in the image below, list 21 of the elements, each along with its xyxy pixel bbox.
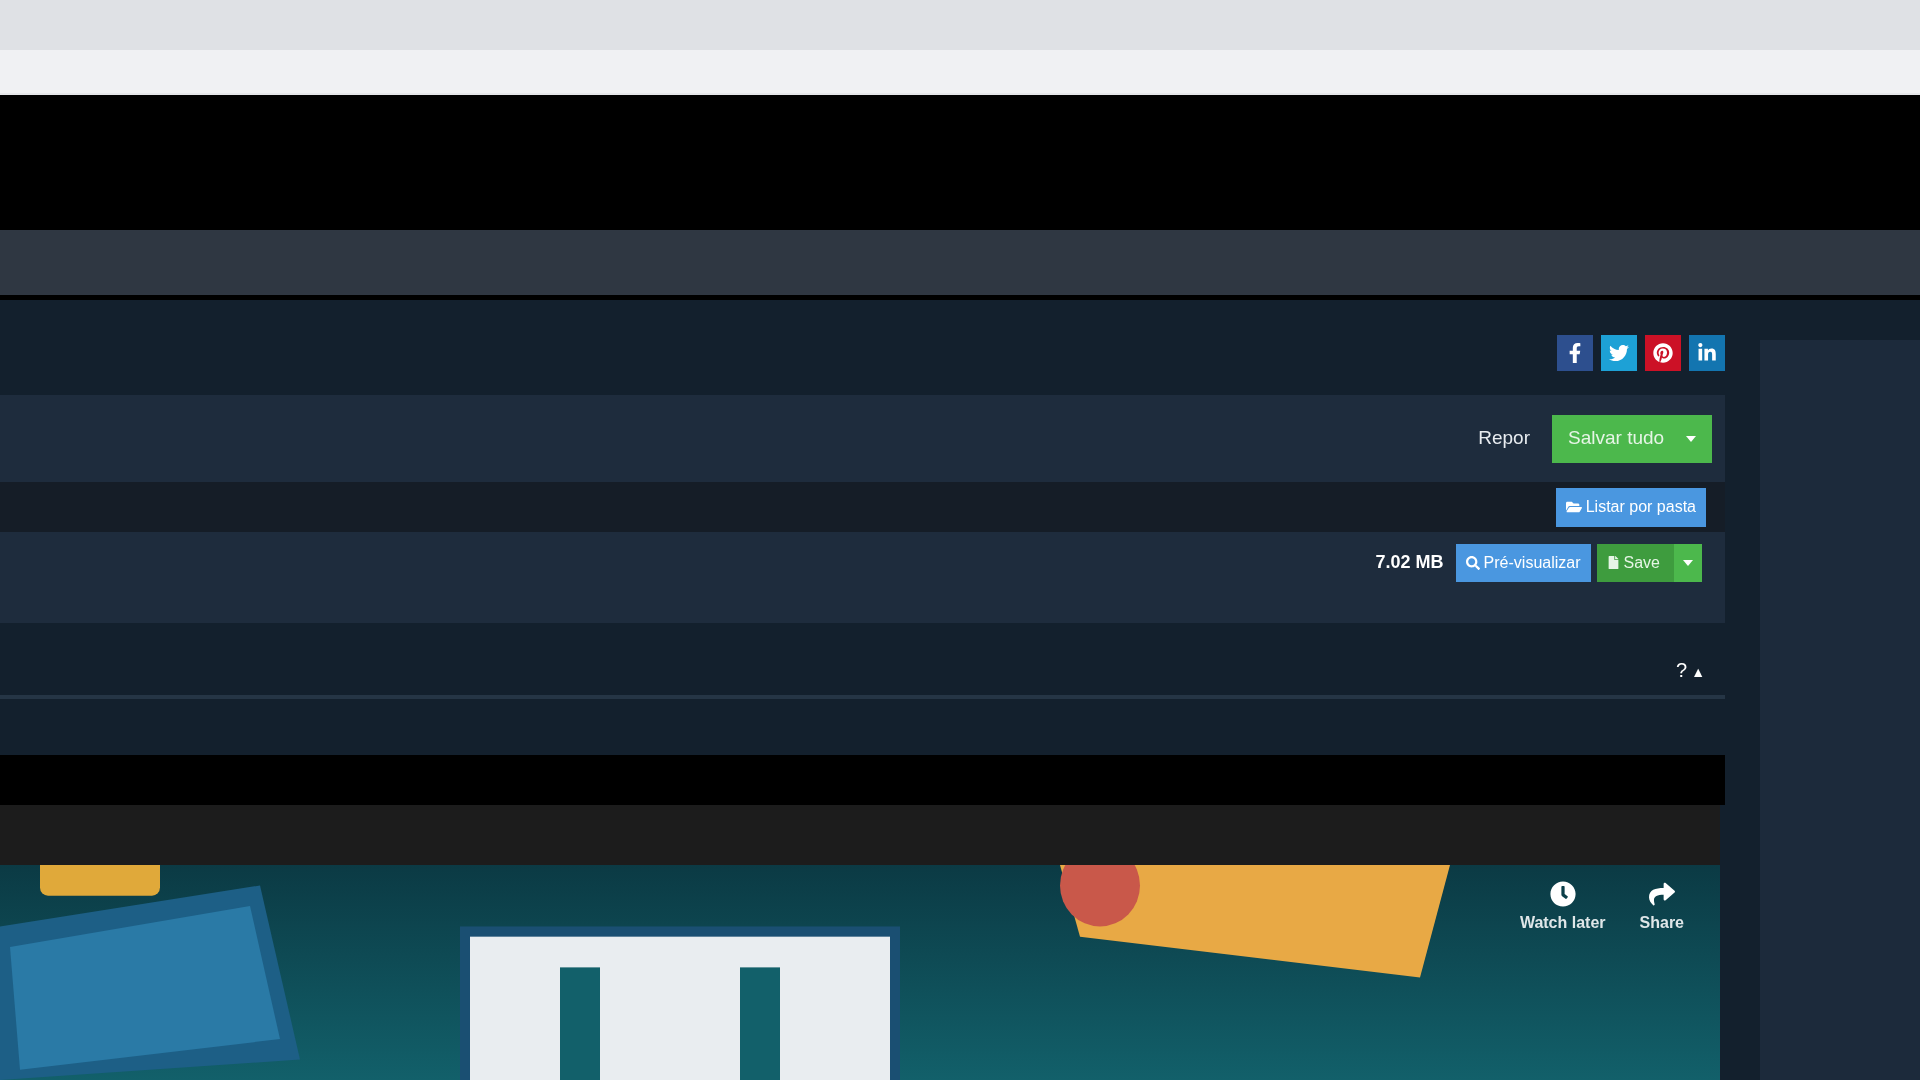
clock-icon [1549, 881, 1576, 907]
reset-link[interactable]: Repor [1478, 424, 1530, 453]
share-icon [1648, 881, 1675, 907]
caret-icon [1686, 435, 1696, 442]
file-size: 7.02 MB [1375, 551, 1444, 574]
folder-icon [1565, 499, 1582, 515]
linkedin-icon [1697, 342, 1717, 363]
social-link[interactable] [1601, 334, 1637, 371]
dropdown-toggle[interactable] [1674, 543, 1702, 582]
caret-icon [1683, 559, 1693, 566]
pinterest-icon [1653, 342, 1673, 363]
collapse-toggle[interactable]: ▲ [1691, 662, 1705, 685]
help-icon[interactable]: ? [1676, 655, 1688, 685]
social-link[interactable] [1645, 334, 1681, 371]
social-link[interactable] [1557, 334, 1593, 371]
search-icon [1465, 555, 1480, 570]
twitter-icon [1609, 342, 1629, 363]
watch-later-button[interactable]: Watch later [1519, 881, 1606, 935]
share-button[interactable]: Share [1639, 881, 1684, 935]
social-link[interactable] [1689, 334, 1725, 371]
file-icon [1606, 556, 1620, 569]
